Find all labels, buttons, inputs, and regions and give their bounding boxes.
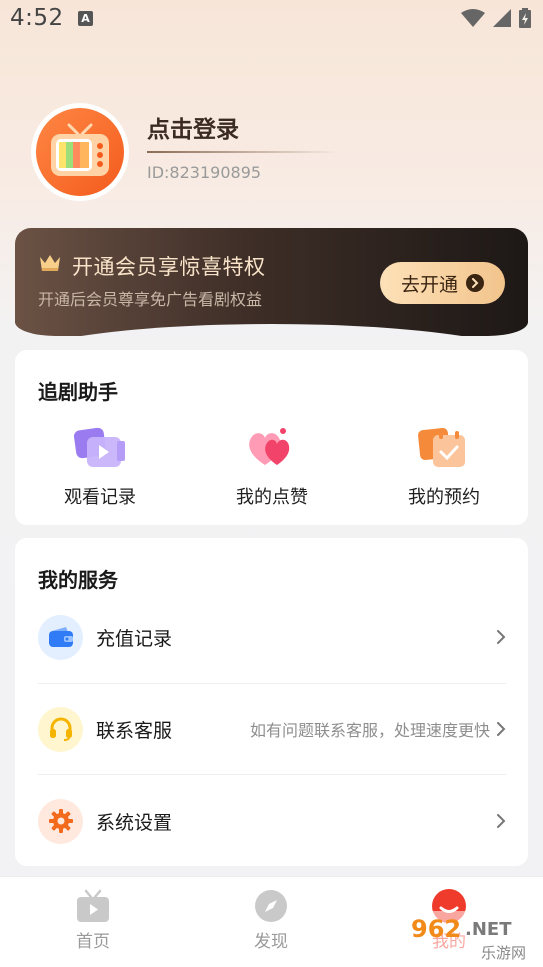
- tv-logo-icon: [51, 123, 109, 176]
- watch-history-label: 观看记录: [64, 487, 136, 508]
- headset-icon: [38, 706, 83, 752]
- chevron-right-icon: [497, 722, 506, 736]
- watch-history-icon: [73, 427, 125, 467]
- vip-title: 开通会员享惊喜特权: [72, 255, 266, 279]
- contact-support-row[interactable]: 联系客服 如有问题联系客服，处理速度更快: [38, 684, 506, 774]
- reservation-shortcut[interactable]: 我的预约: [374, 425, 514, 509]
- chevron-right-icon: [497, 630, 506, 644]
- system-settings-row[interactable]: 系统设置: [38, 776, 506, 866]
- system-settings-label: 系统设置: [96, 811, 173, 834]
- contact-support-label: 联系客服: [96, 719, 173, 742]
- services-card: 我的服务 充值记录 联系客服 如有问题联系客服，处理速度更快 系统设置: [15, 538, 528, 866]
- arrow-right-icon: [466, 274, 484, 292]
- services-title: 我的服务: [38, 568, 118, 592]
- assistant-card: 追剧助手 观看记录 我的点赞 我的预约: [15, 350, 528, 525]
- open-vip-label: 去开通: [400, 273, 458, 296]
- chevron-right-icon: [497, 814, 506, 828]
- open-vip-button[interactable]: 去开通: [380, 262, 505, 304]
- contact-support-hint: 如有问题联系客服，处理速度更快: [249, 721, 490, 740]
- gear-icon: [38, 798, 83, 844]
- watch-history-shortcut[interactable]: 观看记录: [30, 425, 170, 509]
- svg-text:.NET: .NET: [465, 919, 512, 940]
- tab-discover-label: 发现: [254, 932, 288, 952]
- status-time: 4:52: [10, 5, 64, 31]
- compass-icon: [255, 890, 287, 922]
- login-underline: [147, 151, 339, 153]
- divider: [38, 774, 506, 775]
- avatar[interactable]: [31, 103, 129, 201]
- vip-subtitle: 开通后会员尊享免广告看剧权益: [38, 290, 263, 309]
- reservation-icon: [418, 428, 465, 467]
- site-watermark: 962 .NET 乐游网: [407, 911, 537, 963]
- likes-icon: [249, 428, 290, 465]
- recharge-record-row[interactable]: 充值记录: [38, 592, 506, 682]
- likes-shortcut[interactable]: 我的点赞: [202, 425, 342, 509]
- bottom-tab-bar: 首页 发现 我的 962 .NET 乐游网: [0, 876, 543, 967]
- recharge-record-label: 充值记录: [96, 627, 173, 650]
- svg-text:962: 962: [411, 915, 461, 943]
- tab-home-label: 首页: [76, 932, 110, 952]
- assistant-title: 追剧助手: [38, 380, 118, 404]
- likes-label: 我的点赞: [236, 487, 308, 508]
- status-bar: 4:52 A: [0, 0, 543, 38]
- svg-text:乐游网: 乐游网: [481, 944, 526, 962]
- tab-home[interactable]: 首页: [48, 889, 138, 952]
- wallet-icon: [38, 614, 83, 660]
- tab-discover[interactable]: 发现: [226, 889, 316, 952]
- vip-banner[interactable]: 开通会员享惊喜特权 开通后会员尊享免广告看剧权益 去开通: [15, 228, 528, 336]
- user-id: ID:823190895: [147, 163, 262, 182]
- wifi-icon: [461, 9, 485, 27]
- notification-icon: A: [78, 11, 93, 26]
- status-icons: [461, 8, 531, 28]
- reservation-label: 我的预约: [408, 487, 480, 508]
- tv-icon: [77, 889, 109, 922]
- crown-icon: [40, 255, 60, 271]
- signal-icon: [493, 9, 511, 27]
- login-link[interactable]: 点击登录: [147, 110, 239, 144]
- battery-icon: [519, 8, 531, 28]
